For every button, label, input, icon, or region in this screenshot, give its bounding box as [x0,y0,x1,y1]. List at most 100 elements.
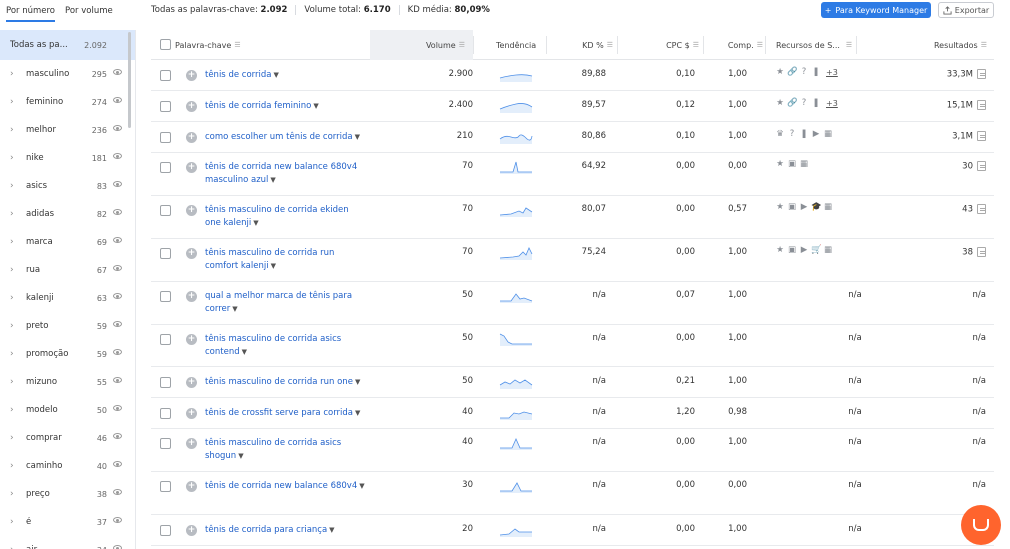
eye-icon[interactable] [113,153,122,159]
row-checkbox[interactable] [160,101,171,112]
eye-icon[interactable] [113,209,122,215]
chat-button[interactable] [961,505,1001,545]
keyword-link[interactable]: tênis masculino de corrida asics contend… [205,333,365,359]
chevron-down-icon[interactable]: ▼ [253,219,258,227]
chevron-right-icon[interactable]: › [10,125,18,135]
row-checkbox[interactable] [160,334,171,345]
column-comp[interactable]: Comp. ☰ [703,30,763,60]
add-keyword-icon[interactable]: + [186,248,197,259]
serp-feature-icon[interactable]: ? [799,99,809,108]
sidebar-item[interactable]: › comprar 46 [0,424,135,452]
add-keyword-icon[interactable]: + [186,162,197,173]
serp-feature-icon[interactable]: ♛ [775,130,785,139]
chevron-right-icon[interactable]: › [10,349,18,359]
eye-icon[interactable] [113,321,122,327]
chevron-right-icon[interactable]: › [10,545,18,549]
chevron-down-icon[interactable]: ▼ [355,409,360,417]
keyword-link[interactable]: tênis de corrida feminino ▼ [205,100,365,113]
add-keyword-icon[interactable]: + [186,481,197,492]
serp-feature-icon[interactable]: ❚ [799,130,809,139]
eye-icon[interactable] [113,349,122,355]
chevron-down-icon[interactable]: ▼ [242,348,247,356]
eye-icon[interactable] [113,293,122,299]
serp-feature-icon[interactable]: ★ [775,160,785,169]
column-volume[interactable]: Volume ☰ [370,30,473,60]
serp-feature-icon[interactable]: ? [787,130,797,139]
keyword-link[interactable]: tênis masculino de corrida asics shogun ▼ [205,437,365,463]
row-checkbox[interactable] [160,481,171,492]
sidebar-item[interactable]: › é 37 [0,508,135,536]
chevron-right-icon[interactable]: › [10,293,18,303]
sidebar-item[interactable]: › mizuno 55 [0,368,135,396]
row-checkbox[interactable] [160,291,171,302]
add-keyword-icon[interactable]: + [186,101,197,112]
serp-snapshot-icon[interactable] [977,100,986,110]
keyword-manager-button[interactable]: + Para Keyword Manager [821,2,931,18]
sidebar-item[interactable]: › modelo 50 [0,396,135,424]
serp-feature-icon[interactable]: ▣ [787,203,797,212]
serp-feature-icon[interactable]: ▦ [823,203,833,212]
chevron-right-icon[interactable]: › [10,181,18,191]
serp-feature-icon[interactable]: 🔗 [787,99,798,108]
keyword-link[interactable]: tênis de corrida new balance 680v4 ▼ [205,480,365,493]
more-features-link[interactable]: +3 [826,99,838,108]
serp-feature-icon[interactable]: ★ [775,68,785,77]
sidebar-item[interactable]: › preto 59 [0,312,135,340]
sidebar-item[interactable]: › promoção 59 [0,340,135,368]
chevron-right-icon[interactable]: › [10,461,18,471]
sidebar-item[interactable]: › rua 67 [0,256,135,284]
keyword-link[interactable]: tênis de corrida new balance 680v4 mascu… [205,161,365,187]
sidebar-item[interactable]: › asics 83 [0,172,135,200]
serp-snapshot-icon[interactable] [977,69,986,79]
column-results[interactable]: Resultados ☰ [856,30,987,60]
sidebar-item-all[interactable]: Todas as pa... 2.092 [0,30,135,60]
serp-feature-icon[interactable]: ★ [775,246,785,255]
serp-feature-icon[interactable]: ▣ [787,246,797,255]
column-kd[interactable]: KD % ☰ [546,30,613,60]
serp-feature-icon[interactable]: ❚ [811,99,821,108]
keyword-link[interactable]: qual a melhor marca de tênis para correr… [205,290,365,316]
tab-por-volume[interactable]: Por volume [65,6,113,22]
eye-icon[interactable] [113,181,122,187]
chevron-down-icon[interactable]: ▼ [232,305,237,313]
add-keyword-icon[interactable]: + [186,438,197,449]
eye-icon[interactable] [113,517,122,523]
chevron-down-icon[interactable]: ▼ [313,102,318,110]
serp-feature-icon[interactable]: ▣ [787,160,797,169]
eye-icon[interactable] [113,545,122,549]
sidebar-item[interactable]: › kalenji 63 [0,284,135,312]
keyword-link[interactable]: tênis de corrida ▼ [205,69,365,82]
keyword-link[interactable]: tênis de crossfit serve para corrida ▼ [205,407,365,420]
eye-icon[interactable] [113,237,122,243]
eye-icon[interactable] [113,97,122,103]
chevron-down-icon[interactable]: ▼ [270,176,275,184]
chevron-right-icon[interactable]: › [10,69,18,79]
chevron-right-icon[interactable]: › [10,405,18,415]
chevron-down-icon[interactable]: ▼ [271,262,276,270]
serp-feature-icon[interactable]: 🔗 [787,68,798,77]
row-checkbox[interactable] [160,205,171,216]
sidebar-item[interactable]: › marca 69 [0,228,135,256]
sidebar-item[interactable]: ›air34 [0,536,135,549]
keyword-link[interactable]: tênis masculino de corrida run one ▼ [205,376,365,389]
column-keyword[interactable]: Palavra-chave ☰ [175,30,370,60]
chevron-right-icon[interactable]: › [10,209,18,219]
row-checkbox[interactable] [160,408,171,419]
sidebar-item[interactable]: › feminino 274 [0,88,135,116]
serp-feature-icon[interactable]: ▶ [811,130,821,139]
eye-icon[interactable] [113,125,122,131]
eye-icon[interactable] [113,405,122,411]
eye-icon[interactable] [113,377,122,383]
chevron-down-icon[interactable]: ▼ [359,482,364,490]
serp-feature-icon[interactable]: ▦ [823,246,833,255]
serp-feature-icon[interactable]: ▶ [799,246,809,255]
eye-icon[interactable] [113,265,122,271]
sidebar-item[interactable]: › masculino 295 [0,60,135,88]
export-button[interactable]: Exportar [938,2,994,18]
more-features-link[interactable]: +3 [826,68,838,77]
keyword-link[interactable]: tênis de corrida para criança ▼ [205,524,365,537]
chevron-right-icon[interactable]: › [10,237,18,247]
row-checkbox[interactable] [160,248,171,259]
eye-icon[interactable] [113,461,122,467]
tab-por-numero[interactable]: Por número [6,6,56,22]
